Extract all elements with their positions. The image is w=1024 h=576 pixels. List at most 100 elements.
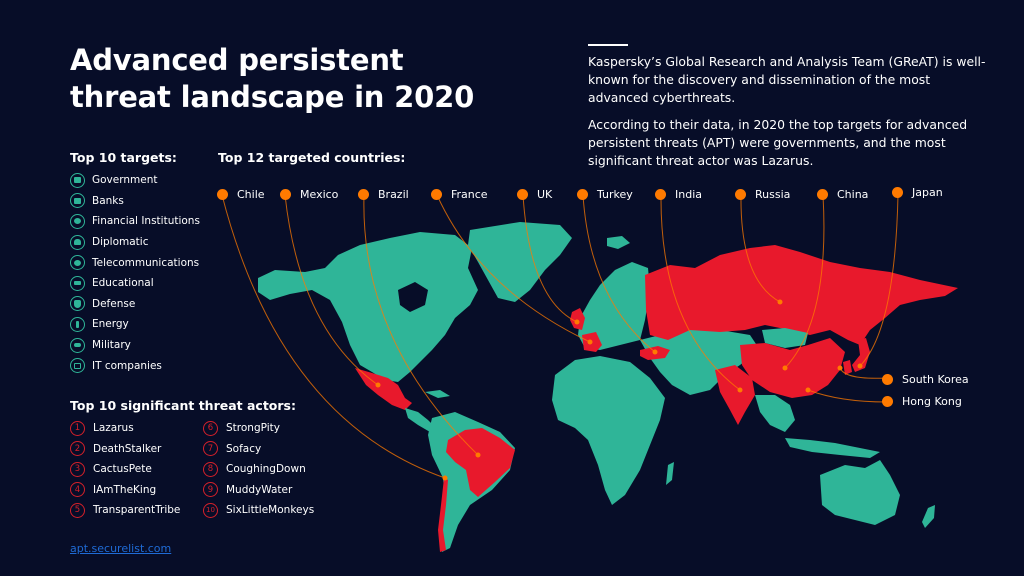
- marker-dot: [517, 189, 528, 200]
- target-item: Educational: [70, 273, 200, 294]
- actor-name: MuddyWater: [226, 483, 293, 496]
- land-russia: [645, 245, 958, 345]
- point-turkey: [652, 349, 658, 355]
- marker-dot: [577, 189, 588, 200]
- countries-heading: Top 12 targeted countries:: [218, 150, 406, 165]
- country-name: Turkey: [597, 188, 633, 201]
- actor-item: 5 TransparentTribe: [70, 500, 203, 521]
- rank-badge: 3: [70, 461, 85, 477]
- target-item: Banks: [70, 191, 200, 212]
- country-name: France: [451, 188, 488, 201]
- country-label-india: India: [655, 188, 702, 201]
- country-label-russia: Russia: [735, 188, 790, 201]
- point-uk: [574, 319, 580, 325]
- point-mexico: [375, 382, 381, 388]
- marker-dot: [655, 189, 666, 200]
- intro-paragraph-2: According to their data, in 2020 the top…: [588, 117, 968, 168]
- actor-name: Lazarus: [93, 422, 134, 435]
- point-china: [782, 365, 788, 371]
- land-iceland: [607, 236, 630, 249]
- marker-dot: [358, 189, 369, 200]
- actor-item: 3 CactusPete: [70, 459, 203, 480]
- point-russia: [777, 299, 783, 305]
- country-name: South Korea: [902, 373, 969, 386]
- actors-heading: Top 10 significant threat actors:: [70, 398, 296, 413]
- target-item: Diplomatic: [70, 232, 200, 253]
- bank-icon: [70, 193, 85, 209]
- point-chile: [442, 475, 448, 481]
- land-southeast-asia: [755, 395, 795, 432]
- country-label-mexico: Mexico: [280, 188, 338, 201]
- target-item: Military: [70, 335, 200, 356]
- country-label-uk: UK: [517, 188, 552, 201]
- land-china: [740, 338, 845, 398]
- point-south-korea: [837, 365, 843, 371]
- marker-dot: [280, 189, 291, 200]
- telecom-head-icon: [70, 255, 85, 271]
- land-africa: [552, 356, 665, 505]
- marker-dot: [735, 189, 746, 200]
- country-name: Chile: [237, 188, 265, 201]
- target-label: IT companies: [92, 359, 162, 372]
- land-new-zealand: [922, 505, 935, 528]
- target-label: Financial Institutions: [92, 215, 200, 228]
- actor-name: DeathStalker: [93, 442, 162, 455]
- money-bag-icon: [70, 213, 85, 229]
- actor-item: 2 DeathStalker: [70, 439, 203, 460]
- intro-paragraph-1: Kaspersky’s Global Research and Analysis…: [588, 54, 986, 105]
- target-item: Financial Institutions: [70, 211, 200, 232]
- targets-heading: Top 10 targets:: [70, 150, 177, 165]
- country-name: UK: [537, 188, 553, 201]
- country-label-chile: Chile: [217, 188, 265, 201]
- rank-badge: 7: [203, 441, 218, 457]
- marker-dot: [217, 189, 228, 200]
- intro-rule: [588, 44, 628, 46]
- actor-item: 4 IAmTheKing: [70, 480, 203, 501]
- rank-badge: 6: [203, 420, 218, 436]
- actor-item: 1 Lazarus: [70, 418, 203, 439]
- actor-item: 6 StrongPity: [203, 418, 343, 439]
- target-label: Diplomatic: [92, 236, 149, 249]
- target-item: Energy: [70, 314, 200, 335]
- country-label-france: France: [431, 188, 488, 201]
- target-item: Government: [70, 170, 200, 191]
- target-label: Government: [92, 174, 158, 187]
- country-label-japan: Japan: [892, 186, 943, 199]
- target-label: Banks: [92, 194, 124, 207]
- country-name: Brazil: [378, 188, 409, 201]
- intro-text: Kaspersky’s Global Research and Analysis…: [588, 44, 988, 179]
- marker-dot: [431, 189, 442, 200]
- target-item: IT companies: [70, 355, 200, 376]
- rank-badge: 5: [70, 502, 85, 518]
- land-australia: [820, 460, 900, 525]
- actors-list: 1 Lazarus 2 DeathStalker 3 CactusPete 4 IAmT…: [70, 418, 343, 521]
- title-line-2: threat landscape in 2020: [70, 80, 475, 114]
- country-name: Japan: [912, 186, 943, 199]
- country-name: Mexico: [300, 188, 339, 201]
- securelist-link[interactable]: apt.securelist.com: [70, 542, 171, 555]
- actor-item: 7 Sofacy: [203, 439, 343, 460]
- country-label-brazil: Brazil: [358, 188, 409, 201]
- rank-badge: 2: [70, 441, 85, 457]
- target-label: Defense: [92, 297, 136, 310]
- country-label-south-korea: South Korea: [882, 373, 969, 386]
- marker-dot: [892, 187, 903, 198]
- country-name: Russia: [755, 188, 791, 201]
- target-item: Defense: [70, 294, 200, 315]
- actor-name: CoughingDown: [226, 463, 306, 476]
- point-hong-kong: [805, 387, 811, 393]
- government-building-icon: [70, 172, 85, 188]
- rank-badge: 4: [70, 482, 85, 498]
- rank-badge: 1: [70, 420, 85, 436]
- actor-name: TransparentTribe: [93, 504, 181, 517]
- diplomat-person-icon: [70, 234, 85, 250]
- actor-name: Sofacy: [226, 442, 262, 455]
- point-india: [737, 387, 743, 393]
- actor-name: StrongPity: [226, 422, 280, 435]
- rank-badge: 10: [203, 502, 218, 518]
- target-label: Energy: [92, 318, 129, 331]
- graduation-cap-icon: [70, 275, 85, 291]
- marker-dot: [882, 396, 893, 407]
- target-item: Telecommunications: [70, 252, 200, 273]
- land-caribbean: [425, 390, 450, 398]
